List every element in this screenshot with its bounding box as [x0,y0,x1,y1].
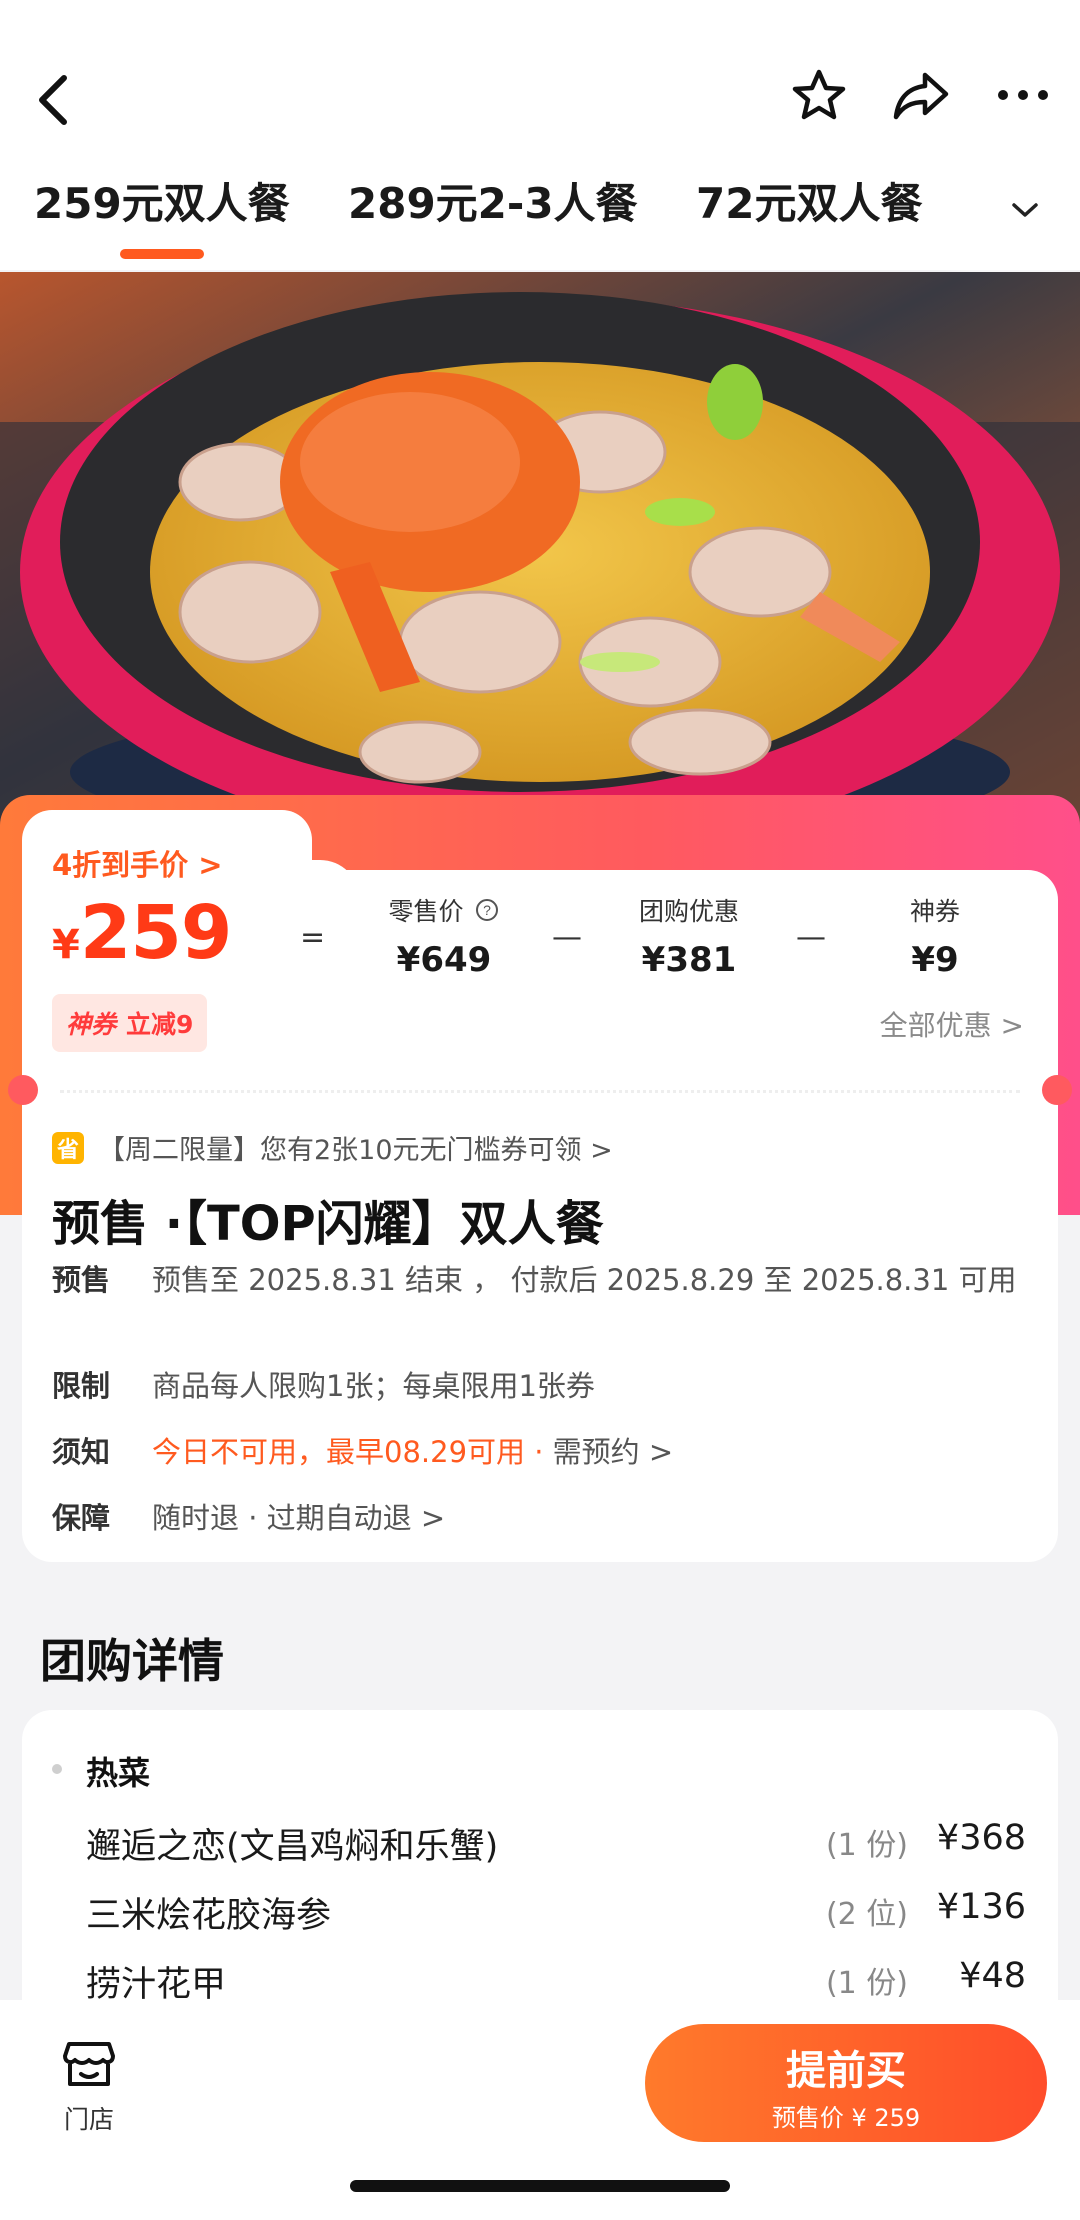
dish-quantity: (1 份) [825,1966,908,2001]
chevron-down-icon[interactable] [970,170,1080,270]
tab-289-group[interactable]: 289元2-3人餐 [348,170,638,231]
minus-sign: — [552,920,582,955]
promo-coupon-text: 【周二限量】您有2张10元无门槛券可领 > [98,1135,613,1166]
list-item: 邂逅之恋(文昌鸡焖和乐蟹) (1 份) ¥368 [86,1818,1026,1868]
buy-button-label: 提前买 [786,2048,906,2094]
star-icon[interactable] [790,66,848,124]
store-icon [54,2038,124,2094]
group-discount-label: 团购优惠 [638,897,739,926]
share-icon[interactable] [892,66,950,124]
top-bar [0,0,1080,195]
buy-button-subtext: 预售价 ¥ 259 [771,2104,921,2132]
category-dot [52,1764,62,1774]
final-price: ¥259 [52,890,232,976]
dish-name: 邂逅之恋(文昌鸡焖和乐蟹) [86,1827,499,1867]
dish-name: 三米烩花胶海参 [86,1896,332,1936]
presale-value: 预售至 2025.8.31 结束 ， 付款后 2025.8.29 至 2025.… [152,1263,1017,1297]
ticket-divider [60,1090,1020,1093]
coupon-label: 神券 [909,897,960,926]
coupon-badge[interactable]: 神券 立减9 [52,994,208,1052]
promo-coupon-row[interactable]: 省 【周二限量】您有2张10元无门槛券可领 > [52,1128,613,1167]
dish-price: ¥136 [936,1887,1026,1927]
presale-row: 预售 预售至 2025.8.31 结束 ， 付款后 2025.8.29 至 20… [52,1258,1032,1348]
guarantee-value: 随时退 · 过期自动退 > [152,1501,446,1535]
buy-now-button[interactable]: 提前买 预售价 ¥ 259 [645,2024,1047,2142]
all-offers-link[interactable]: 全部优惠 > [880,1004,1024,1044]
dish-price: ¥368 [936,1818,1026,1858]
minus-sign: — [796,920,826,955]
list-item: 捞汁花甲 (1 份) ¥48 [86,1956,1026,2006]
guarantee-key: 保障 [52,1501,111,1535]
retail-price-column: 零售价 ? ¥649 [359,892,529,980]
notice-reservation: 需预约 > [543,1435,674,1469]
ticket-notch [1042,1075,1072,1105]
group-discount-value: ¥381 [641,940,737,980]
notice-row[interactable]: 须知 今日不可用，最早08.29可用 · 需预约 > [52,1430,1032,1474]
store-label: 门店 [63,2105,114,2134]
more-icon[interactable] [994,66,1052,124]
presale-key: 预售 [52,1263,111,1297]
details-section-title: 团购详情 [40,1634,224,1688]
retail-price-label: 零售价 [388,897,464,926]
deal-title: 预售 ·【TOP闪耀】双人餐 [52,1196,604,1252]
limit-row: 限制 商品每人限购1张；每桌限用1张券 [52,1364,1032,1408]
list-item: 三米烩花胶海参 (2 位) ¥136 [86,1887,1026,1937]
notice-availability: 今日不可用，最早08.29可用 · [152,1435,544,1469]
final-price-amount: 259 [79,890,232,976]
help-icon[interactable]: ? [475,898,499,928]
equals-sign: = [300,920,326,955]
coupon-column: 神券 ¥9 [850,892,1020,980]
chevron-left-icon[interactable] [30,70,78,130]
notice-key: 须知 [52,1435,111,1469]
ticket-notch [8,1075,38,1105]
svg-text:?: ? [484,902,492,918]
store-button[interactable]: 门店 [54,2038,124,2136]
coupon-badge-brand: 神券 [66,1010,117,1039]
tab-259-double[interactable]: 259元双人餐 [34,170,290,231]
home-indicator[interactable] [350,2180,730,2192]
category-label: 热菜 [86,1754,151,1792]
group-discount-column: 团购优惠 ¥381 [604,892,774,980]
guarantee-row[interactable]: 保障 随时退 · 过期自动退 > [52,1496,1032,1540]
discount-price-tag[interactable]: 4折到手价 > [52,842,223,884]
dish-quantity: (1 份) [825,1828,908,1863]
limit-value: 商品每人限购1张；每桌限用1张券 [152,1369,595,1403]
limit-key: 限制 [52,1369,111,1403]
package-tabs: 259元双人餐 289元2-3人餐 72元双人餐 [0,170,1080,270]
save-icon: 省 [52,1131,84,1164]
retail-price-value: ¥649 [396,940,492,980]
coupon-value: ¥9 [911,940,959,980]
product-image[interactable] [0,272,1080,832]
dish-quantity: (2 位) [825,1897,908,1932]
dish-price: ¥48 [959,1956,1026,1996]
tab-72-double[interactable]: 72元双人餐 [696,170,922,231]
coupon-badge-text: 立减9 [126,1010,194,1039]
currency-symbol: ¥ [52,922,80,968]
